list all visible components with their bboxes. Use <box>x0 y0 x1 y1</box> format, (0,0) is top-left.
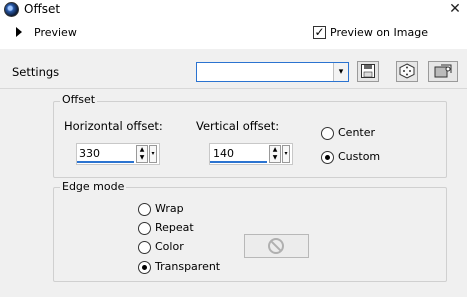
settings-label: Settings <box>12 65 60 79</box>
horizontal-offset-stepper[interactable]: ▲ ▼ <box>136 145 148 163</box>
transparent-label[interactable]: Transparent <box>155 260 220 273</box>
horizontal-offset-label: Horizontal offset: <box>64 119 163 133</box>
wrap-radio[interactable] <box>138 203 151 216</box>
randomize-dice-icon <box>399 63 415 79</box>
center-radio[interactable] <box>321 127 334 140</box>
preview-on-image-label[interactable]: Preview on Image <box>330 26 428 39</box>
offset-group-label: Offset <box>60 93 98 106</box>
horizontal-offset-value[interactable]: 330 <box>79 147 100 160</box>
settings-dropdown[interactable] <box>196 62 349 82</box>
vertical-offset-label: Vertical offset: <box>196 119 280 133</box>
horizontal-offset-slider-dropdown[interactable]: ▾ <box>149 145 157 163</box>
color-radio[interactable] <box>138 241 151 254</box>
preset-manager-button[interactable] <box>428 61 458 82</box>
preset-manager-icon <box>434 64 452 78</box>
expand-arrow-icon[interactable] <box>16 27 22 37</box>
vertical-offset-stepper[interactable]: ▲ ▼ <box>269 145 281 163</box>
chevron-down-icon[interactable]: ▾ <box>333 63 348 81</box>
focus-underline <box>210 161 267 163</box>
center-label[interactable]: Center <box>338 126 375 139</box>
save-preset-icon <box>361 64 375 78</box>
app-icon <box>4 2 19 17</box>
preview-toggle-label[interactable]: Preview <box>34 26 77 39</box>
close-button[interactable]: ✕ <box>445 0 465 19</box>
wrap-label[interactable]: Wrap <box>155 202 184 215</box>
focus-underline <box>77 161 134 163</box>
window-title: Offset <box>24 2 61 16</box>
title-bar <box>0 0 467 19</box>
vertical-offset-value[interactable]: 140 <box>213 147 234 160</box>
randomize-button[interactable] <box>396 61 418 82</box>
color-label[interactable]: Color <box>155 240 184 253</box>
offset-group <box>53 101 447 178</box>
custom-radio[interactable] <box>321 151 334 164</box>
no-color-icon <box>268 238 284 254</box>
repeat-label[interactable]: Repeat <box>155 221 194 234</box>
edge-mode-group-label: Edge mode <box>60 180 127 193</box>
preview-on-image-checkbox[interactable]: ✓ <box>313 26 326 39</box>
transparent-radio[interactable] <box>138 261 151 274</box>
vertical-offset-slider-dropdown[interactable]: ▾ <box>282 145 290 163</box>
custom-label[interactable]: Custom <box>338 150 380 163</box>
repeat-radio[interactable] <box>138 222 151 235</box>
save-preset-button[interactable] <box>357 61 379 82</box>
divider <box>0 88 467 89</box>
